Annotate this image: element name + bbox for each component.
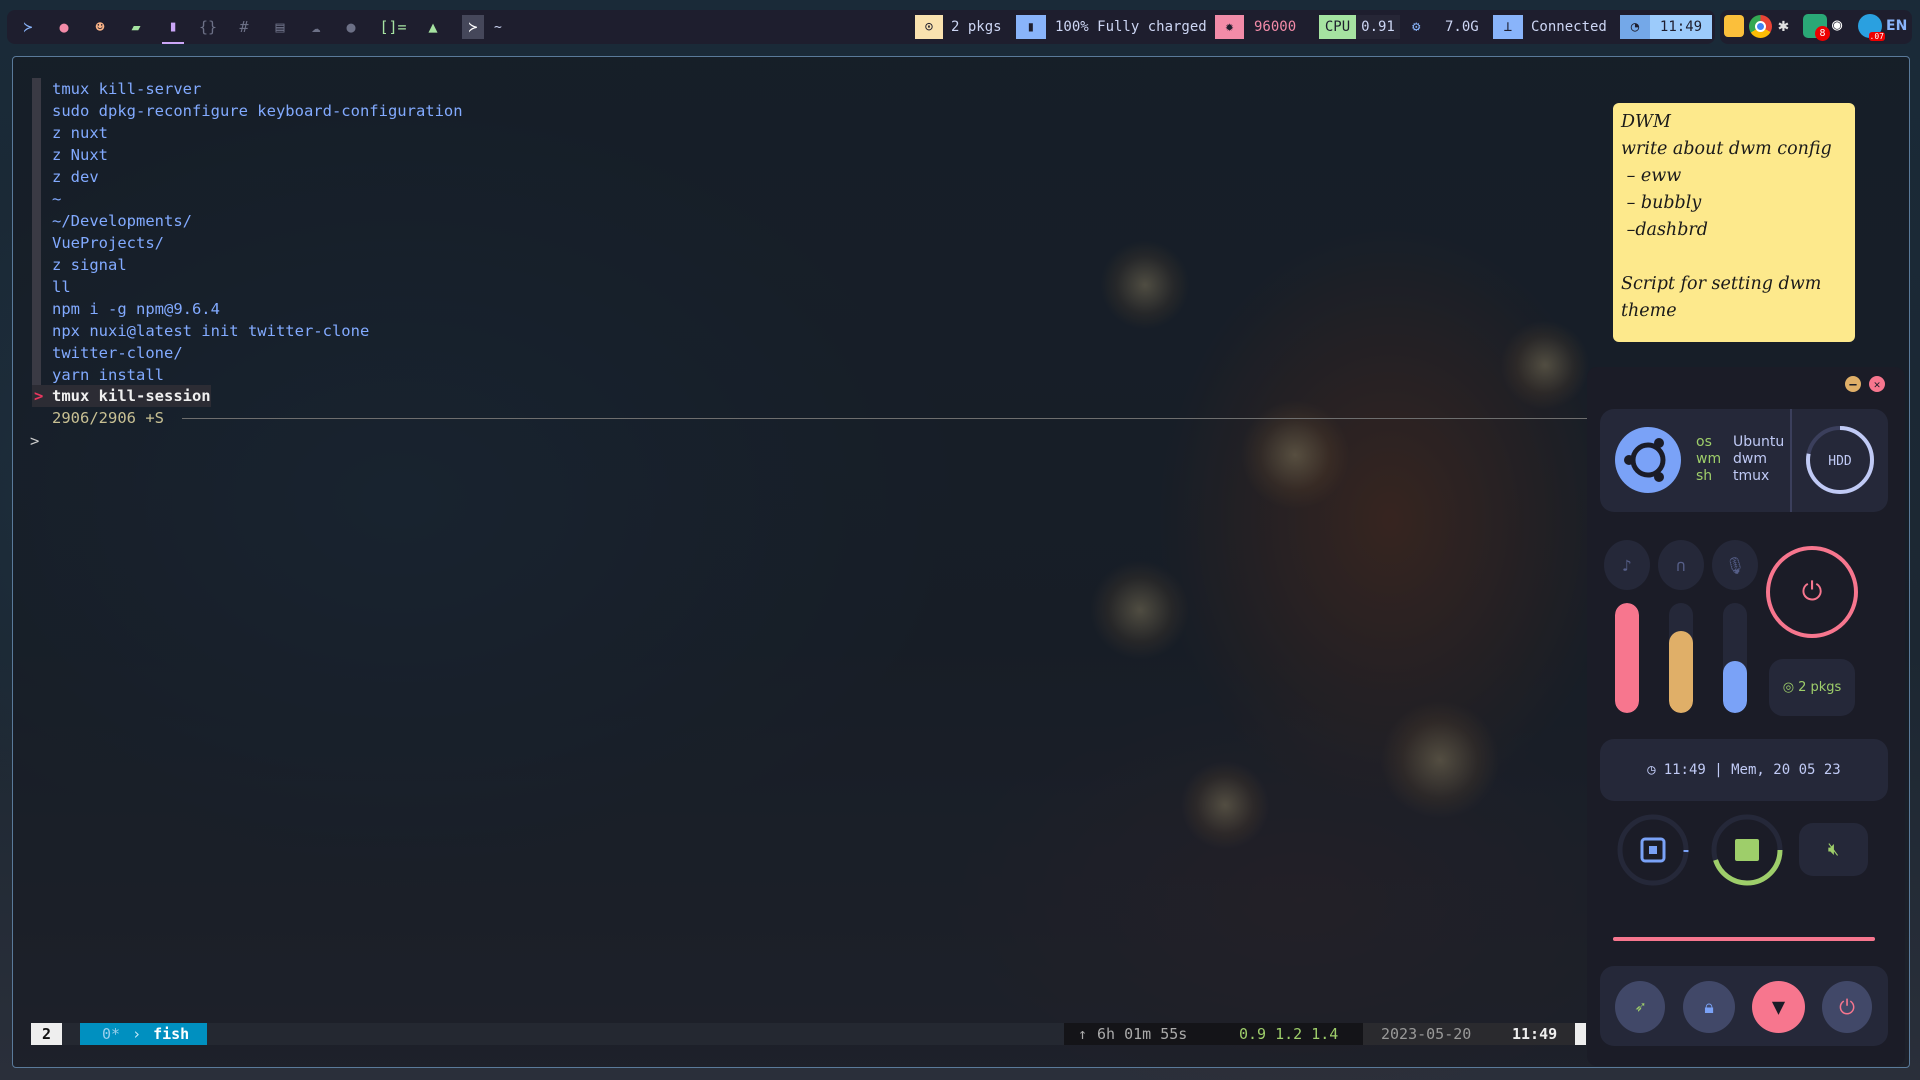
history-item[interactable]: z signal <box>52 254 127 276</box>
match-count: 2906/2906 +S <box>52 409 164 427</box>
music-icon[interactable]: ♪ <box>1604 540 1650 590</box>
wifi-toggle-button[interactable]: ▼ <box>1752 981 1805 1033</box>
scroll-gutter <box>32 78 41 385</box>
sysinfo-values: Ubuntu dwm tmux <box>1733 434 1785 484</box>
selected-history-item[interactable]: tmux kill-session <box>52 385 211 407</box>
archive-icon[interactable]: ▤ <box>269 10 291 44</box>
tmux-time: 11:49 <box>1508 1023 1575 1045</box>
telegram-icon[interactable]: .07 <box>1858 14 1885 41</box>
terminal-icon[interactable]: ≻ <box>17 10 39 44</box>
music-volume-slider[interactable] <box>1615 603 1639 713</box>
tmux-end-cap <box>1575 1023 1586 1045</box>
uptime-text: 6h 01m 55s <box>1097 1025 1188 1043</box>
history-item[interactable]: yarn install <box>52 364 164 386</box>
tmux-pane-cmd: fish <box>153 1025 190 1043</box>
mute-button[interactable]: 🔇︎ <box>1799 823 1868 876</box>
window-title: ~ <box>494 19 502 35</box>
tmux-load: 0.9 1.2 1.4 <box>1219 1023 1363 1045</box>
signal-icon[interactable]: 8 <box>1803 14 1830 41</box>
prompt[interactable]: > <box>30 430 39 452</box>
datetime-text: 11:49 | Mem, 20 05 23 <box>1663 762 1841 778</box>
mic-volume-slider[interactable] <box>1723 603 1747 713</box>
clock-icon: ◷ <box>1647 762 1656 778</box>
updates-count: 2 pkgs <box>1798 680 1842 695</box>
chat-icon[interactable]: ● <box>340 10 362 44</box>
discord-icon[interactable]: ◉ <box>1832 15 1842 35</box>
signal-badge: 8 <box>1815 26 1830 41</box>
update-icon: ⊙ <box>915 15 943 39</box>
ubuntu-logo-icon <box>1615 427 1681 493</box>
brightness-icon: ✹ <box>1215 15 1244 39</box>
headphones-icon[interactable]: ∩ <box>1658 540 1704 590</box>
telegram-badge: .07 <box>1868 32 1885 41</box>
microphone-icon[interactable]: 🎙 <box>1712 540 1758 590</box>
layout-symbol[interactable]: []= <box>378 10 408 44</box>
history-item[interactable]: sudo dpkg-reconfigure keyboard-configura… <box>52 100 463 122</box>
lock-button[interactable]: 🔒︎ <box>1683 981 1735 1033</box>
sysinfo-labels: os wm sh <box>1696 434 1722 484</box>
ram-chip-icon <box>1735 839 1759 861</box>
separator <box>182 418 1588 419</box>
history-item[interactable]: z Nuxt <box>52 144 108 166</box>
files-star-icon[interactable]: ▮ <box>162 10 184 44</box>
disk-label: HDD <box>1828 454 1852 469</box>
history-item[interactable]: VueProjects/ <box>52 232 164 254</box>
battery-text: 100% Fully charged <box>1055 19 1207 35</box>
disk-ring: HDD <box>1806 426 1874 494</box>
history-item[interactable]: npm i -g npm@9.6.4 <box>52 298 220 320</box>
updates-card[interactable]: ◎ 2 pkgs <box>1769 659 1855 716</box>
clock-icon: ◔ <box>1620 15 1650 39</box>
face-icon[interactable]: ☻ <box>89 10 111 44</box>
battery-icon: ▮ <box>1016 15 1046 39</box>
network-text[interactable]: Connected <box>1531 15 1607 39</box>
tmux-date: 2023-05-20 <box>1363 1023 1508 1045</box>
history-item[interactable]: npx nuxi@latest init twitter-clone <box>52 320 369 342</box>
history-item[interactable]: ~ <box>52 188 61 210</box>
datetime-card: ◷ 11:49 | Mem, 20 05 23 <box>1600 739 1888 801</box>
firefox-icon[interactable]: ● <box>53 10 75 44</box>
clock-time: 11:49 <box>1650 15 1712 39</box>
selected-marker: > <box>34 387 44 405</box>
hash-icon[interactable]: # <box>233 10 255 44</box>
uptime-arrow-icon: ↑ <box>1078 1025 1088 1043</box>
active-terminal-icon[interactable]: ≻ <box>462 15 484 39</box>
wifi-icon: ⊥ <box>1493 15 1523 39</box>
tmux-window-name: 0* <box>102 1025 121 1043</box>
memory-value: 7.0G <box>1445 19 1479 35</box>
sticky-note[interactable]: DWM write about dwm config – eww – bubbl… <box>1613 103 1855 342</box>
history-item[interactable]: twitter-clone/ <box>52 342 183 364</box>
slack-icon[interactable]: ✱ <box>1778 15 1789 36</box>
history-item[interactable]: z nuxt <box>52 122 108 144</box>
update-icon: ◎ <box>1782 680 1795 695</box>
notes-icon[interactable] <box>1724 15 1744 37</box>
chrome-icon[interactable] <box>1749 15 1772 38</box>
cpu-label: CPU <box>1319 15 1356 39</box>
brightness-slider[interactable] <box>1613 937 1875 941</box>
memory-icon: ⚙ <box>1412 19 1421 35</box>
power-button[interactable]: ⏻ <box>1822 981 1872 1033</box>
ram-ring <box>1711 814 1783 886</box>
history-item[interactable]: tmux kill-server <box>52 78 201 100</box>
vim-icon[interactable]: ▲ <box>422 10 444 44</box>
cpu-ring <box>1617 814 1689 886</box>
minimize-button[interactable]: – <box>1845 376 1861 392</box>
history-item[interactable]: ll <box>52 276 71 298</box>
tmux-uptime: ↑ 6h 01m 55s <box>1064 1023 1219 1045</box>
headphone-volume-slider[interactable] <box>1669 603 1693 713</box>
divider <box>1790 409 1792 512</box>
brightness-text: 96000 <box>1254 19 1297 35</box>
folder-icon[interactable]: ▰ <box>125 10 147 44</box>
keyboard-layout[interactable]: EN <box>1886 18 1907 34</box>
history-item[interactable]: ~/Developments/ <box>52 210 192 232</box>
history-item[interactable]: z dev <box>52 166 99 188</box>
power-plug-icon[interactable]: ⏻ <box>1766 546 1858 638</box>
tmux-session-index: 2 <box>31 1023 62 1045</box>
cpu-value: 0.91 <box>1356 15 1400 39</box>
cloud-icon[interactable]: ☁ <box>305 10 327 44</box>
launcher-rocket-button[interactable]: ➶ <box>1615 981 1665 1033</box>
updates-text[interactable]: 2 pkgs <box>951 15 1002 39</box>
tmux-window[interactable]: 0* › fish <box>80 1023 207 1045</box>
close-button[interactable]: ✕ <box>1869 376 1885 392</box>
code-icon[interactable]: {} <box>197 10 219 44</box>
